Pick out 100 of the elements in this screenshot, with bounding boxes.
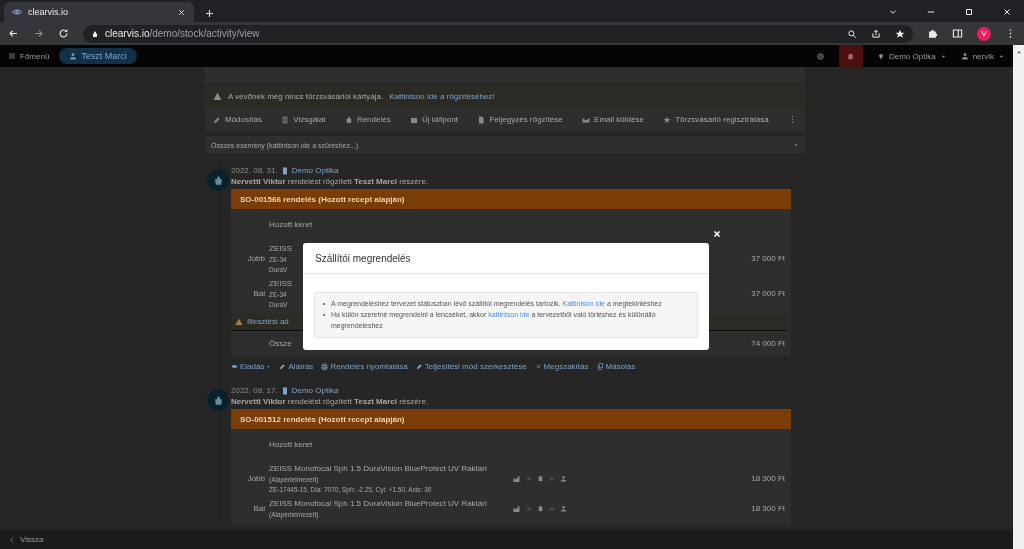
caret-icon [266, 364, 272, 369]
order-header: SO-001512 rendelés (Hozott recept alapján) [231, 409, 791, 429]
url-text: clearvis.io/demo/stock/activity/view [105, 28, 260, 39]
register-link[interactable]: Kattintson ide a rögzítéséhez! [389, 91, 495, 101]
warning-icon [213, 91, 222, 101]
user-icon [960, 52, 969, 60]
building-icon [280, 386, 289, 395]
modal-title: Szállítói megrendelés [303, 243, 709, 274]
double-chevron-icon [549, 475, 555, 482]
person-icon [560, 505, 567, 512]
event-description: Nervetti Viktor rendelést rögzített Teszt Marci részére. [231, 177, 430, 186]
lens-side: Jobb [246, 474, 265, 483]
person-icon [560, 475, 567, 482]
frame-label: Hozott keret [269, 219, 313, 231]
lens-side: Bal [252, 289, 265, 298]
action-link[interactable]: Megszakítás [534, 362, 589, 371]
envelope-icon [582, 115, 591, 124]
lock-icon [91, 29, 99, 38]
user-dropdown[interactable]: nervik [960, 51, 1005, 61]
close-icon[interactable] [712, 229, 722, 239]
profile-avatar[interactable]: V [977, 26, 991, 41]
order-header: SO-001566 rendelés (Hozott recept alapján) [231, 189, 791, 209]
toolbar-button[interactable]: Vizsgálat [281, 115, 326, 124]
eye-icon [231, 363, 238, 370]
toolbar-button[interactable]: Email küldése [582, 115, 644, 124]
product-name: ZEISS Monofocal Sph 1.5 DuraVision BlueProtect UV Raktári [269, 464, 487, 473]
toolbar-button[interactable]: Módosítás [213, 115, 262, 124]
bag-icon [212, 174, 224, 186]
action-link[interactable]: Aláírás [279, 362, 314, 371]
tab-title: clearvis.io [28, 7, 69, 17]
action-link[interactable]: Másolás [596, 362, 636, 371]
copy-icon [596, 363, 604, 370]
event-date: 2022. 08. 17. [231, 386, 278, 395]
line-price: 18 300 Ft [751, 504, 786, 513]
address-bar[interactable]: clearvis.io/demo/stock/activity/view [83, 24, 913, 43]
settings-icon[interactable] [815, 51, 825, 61]
line-price: 18 300 Ft [751, 474, 786, 483]
close-icon[interactable] [177, 7, 186, 17]
event-date: 2022. 08. 31. [231, 166, 278, 175]
action-link[interactable]: Teljesítési mód szerkesztése [415, 362, 527, 371]
total-price: 74 000 Ft [751, 339, 785, 348]
product-name: ZEISS [269, 279, 293, 288]
store-dropdown[interactable]: Demo Optika [876, 51, 947, 61]
customer-button[interactable]: Teszt Marci [59, 48, 137, 64]
store-link[interactable]: Demo Optika [280, 386, 339, 395]
eye-icon [12, 7, 22, 17]
frame-label: Hozott keret [269, 439, 313, 451]
close-icon[interactable] [1002, 7, 1012, 17]
clipboard-icon [281, 115, 290, 124]
event-description: Nervetti Viktor rendelést rögzített Teszt Marci részére. [231, 397, 430, 406]
bag-icon [212, 394, 224, 406]
forward-icon[interactable] [33, 28, 44, 39]
calendar-icon [410, 115, 419, 124]
scroll-up-icon[interactable] [1015, 49, 1022, 55]
line-price: 37 000 Ft [751, 289, 786, 298]
main-menu-button[interactable]: Főmenü [8, 51, 50, 61]
factory-icon [513, 504, 521, 513]
product-name: ZEISS Monofocal Sph 1.5 DuraVision BlueProtect UV Raktári [269, 499, 487, 508]
double-chevron-icon [526, 505, 532, 512]
toolbar-button[interactable]: Törzsvásárló regisztrálása [663, 115, 769, 124]
factory-icon [513, 474, 521, 483]
scrollbar[interactable] [1013, 45, 1024, 549]
bag-icon [344, 115, 353, 124]
user-icon [69, 52, 78, 60]
toolbar-button[interactable]: Rendelés [344, 115, 391, 124]
browser-tab[interactable]: clearvis.io [4, 2, 194, 22]
side-panel-icon[interactable] [952, 28, 963, 39]
double-chevron-icon [549, 505, 555, 512]
product-name: ZEISS [269, 244, 293, 253]
building-icon [280, 166, 289, 175]
warning-link[interactable]: Illesztési ad [247, 317, 289, 326]
toolbar-button[interactable]: Új időpont [410, 115, 459, 124]
new-tab-icon[interactable] [204, 8, 215, 19]
share-icon[interactable] [871, 28, 881, 39]
toolbar-button[interactable]: Feljegyzés rögzítése [477, 115, 563, 124]
action-link[interactable]: Rendelés nyomtatása [321, 362, 408, 371]
printer-icon [321, 363, 329, 370]
action-link[interactable]: Eladás [231, 362, 272, 371]
document-icon [477, 115, 486, 124]
puzzle-icon[interactable] [927, 28, 938, 39]
back-icon[interactable] [8, 28, 19, 39]
pin-icon [876, 52, 885, 60]
bell-icon [846, 51, 856, 61]
back-button[interactable]: Vissza [0, 530, 1013, 549]
bookmark-star-icon[interactable] [895, 28, 905, 39]
double-chevron-icon [526, 475, 532, 482]
store-link[interactable]: Demo Optika [280, 166, 339, 175]
zoom-icon[interactable] [847, 28, 857, 39]
caret-icon [793, 142, 799, 148]
lens-side: Bal [252, 504, 265, 513]
box-icon [537, 505, 544, 512]
pencil-icon [279, 363, 287, 370]
notifications-button[interactable] [838, 45, 863, 67]
maximize-icon[interactable] [964, 7, 974, 17]
box-icon [537, 475, 544, 482]
line-price: 37 000 Ft [751, 254, 786, 263]
reload-icon[interactable] [58, 28, 69, 39]
notice-text: A vevőnek még nincs törzsvásárlói kártyája. [228, 91, 384, 101]
warning-icon [235, 317, 243, 326]
pencil-icon [415, 363, 423, 370]
